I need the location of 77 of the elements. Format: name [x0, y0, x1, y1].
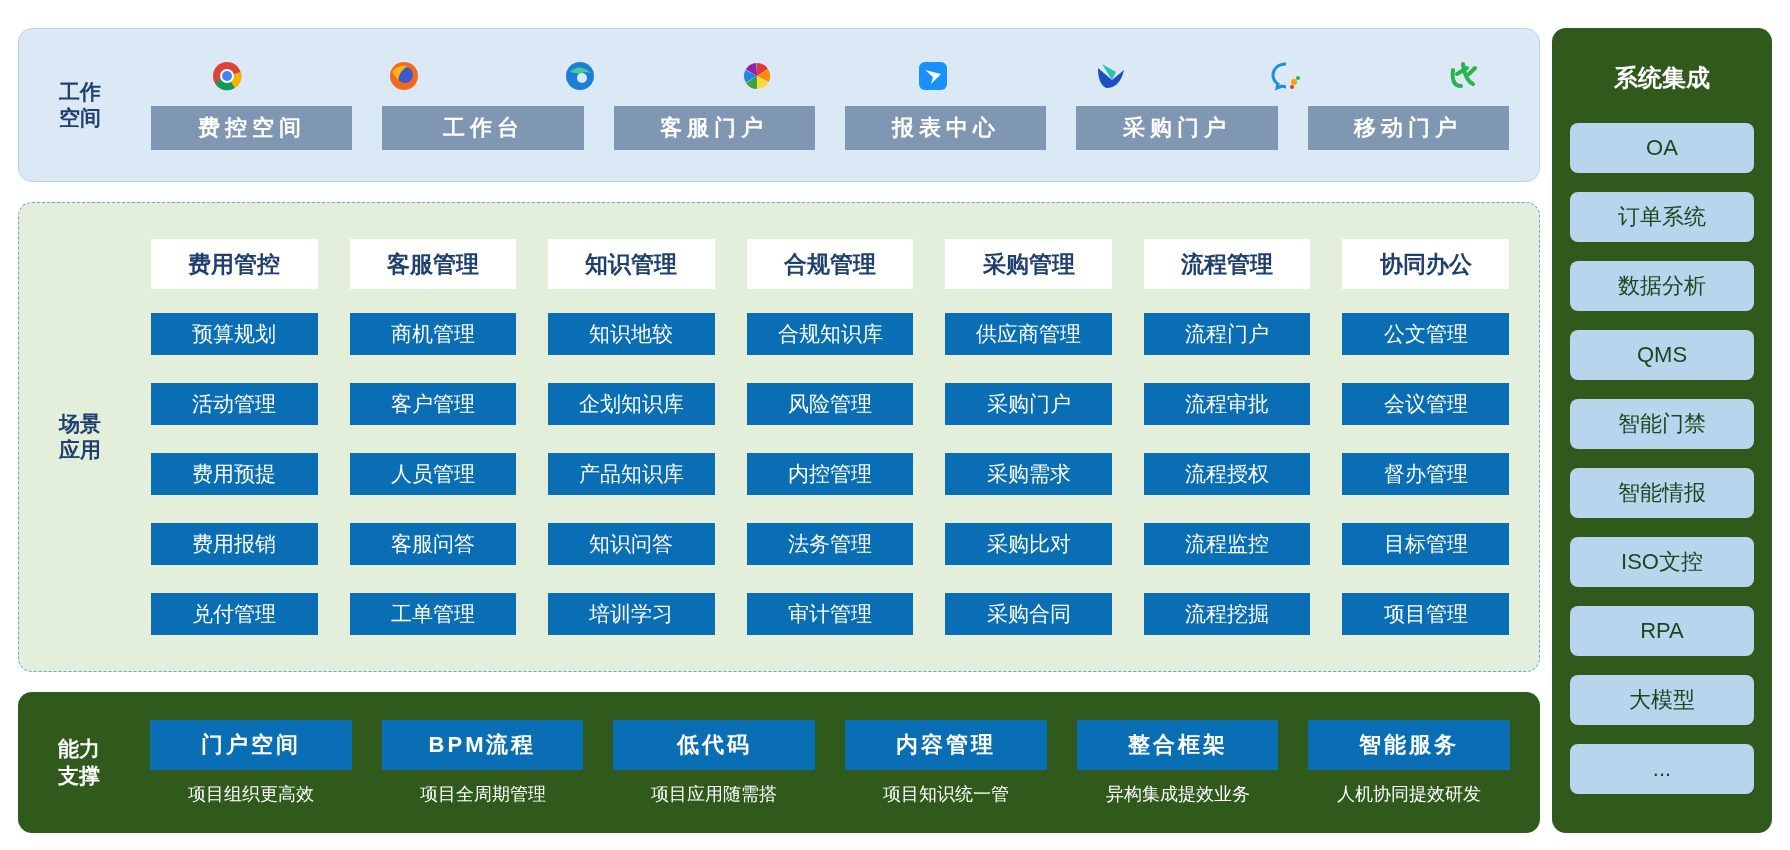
module-tile[interactable]: 知识地较 — [548, 313, 715, 355]
capability-tile[interactable]: BPM流程 — [381, 719, 584, 770]
workspace-button[interactable]: 客服门户 — [613, 106, 816, 150]
system-tile[interactable]: OA — [1570, 123, 1754, 173]
capability-tile[interactable]: 门户空间 — [150, 719, 352, 770]
capability-caption: 人机协同提效研发 — [1337, 782, 1482, 806]
module-tile[interactable]: 工单管理 — [349, 593, 517, 635]
system-tile[interactable]: 订单系统 — [1570, 192, 1754, 242]
module-tile[interactable]: 费用预提 — [151, 453, 318, 495]
category-header: 流程管理 — [1143, 239, 1311, 289]
module-tile[interactable]: 流程审批 — [1143, 383, 1311, 425]
system-tile[interactable]: QMS — [1570, 330, 1754, 380]
category-header: 采购管理 — [945, 239, 1112, 289]
workspace-button[interactable]: 报表中心 — [845, 106, 1047, 150]
module-tile[interactable]: 采购比对 — [945, 523, 1112, 565]
module-tile[interactable]: 商机管理 — [349, 313, 517, 355]
module-tile[interactable]: 供应商管理 — [945, 313, 1112, 355]
module-tile[interactable]: 人员管理 — [349, 453, 517, 495]
capability-tile[interactable]: 内容管理 — [845, 719, 1047, 770]
system-tile[interactable]: ISO文控 — [1570, 537, 1754, 587]
capability-caption: 项目组织更高效 — [187, 782, 314, 806]
module-tile[interactable]: 法务管理 — [746, 523, 914, 565]
module-tile[interactable]: 采购门户 — [945, 383, 1112, 425]
module-tile[interactable]: 客服问答 — [349, 523, 517, 565]
system-tile[interactable]: 数据分析 — [1570, 261, 1754, 311]
module-tile[interactable]: 流程授权 — [1143, 453, 1311, 495]
module-tile[interactable]: 培训学习 — [548, 593, 715, 635]
module-tile[interactable]: 目标管理 — [1342, 523, 1509, 565]
module-tile[interactable]: 流程挖掘 — [1143, 593, 1311, 635]
category-header: 知识管理 — [548, 239, 715, 289]
section-label: 场景应用 — [59, 410, 102, 463]
module-tile[interactable]: 知识问答 — [548, 523, 715, 565]
module-tile[interactable]: 流程门户 — [1143, 313, 1311, 355]
system-tile[interactable]: 大模型 — [1570, 675, 1754, 725]
workspace-button[interactable]: 采购门户 — [1076, 106, 1278, 150]
workspace-button[interactable]: 移动门户 — [1307, 106, 1509, 150]
module-tile[interactable]: 公文管理 — [1342, 313, 1509, 355]
module-tile[interactable]: 风险管理 — [746, 383, 914, 425]
ring-logo-icon — [211, 60, 244, 92]
section-label: 工作空间 — [59, 78, 102, 131]
capability-caption: 项目全周期管理 — [419, 782, 546, 806]
section-label: 能力支撑 — [58, 736, 101, 789]
module-tile[interactable]: 客户管理 — [349, 383, 517, 425]
module-tile[interactable]: 费用报销 — [151, 523, 318, 565]
capability-tile[interactable]: 低代码 — [613, 719, 816, 770]
module-tile[interactable]: 活动管理 — [151, 383, 318, 425]
module-tile[interactable]: 预算规划 — [151, 313, 318, 355]
system-tile[interactable]: 智能门禁 — [1570, 399, 1754, 449]
category-header: 费用管控 — [151, 239, 318, 289]
system-tile[interactable]: 智能情报 — [1570, 468, 1754, 518]
category-header: 合规管理 — [746, 239, 914, 289]
category-header: 协同办公 — [1342, 239, 1509, 289]
module-tile[interactable]: 采购需求 — [945, 453, 1112, 495]
capability-tile[interactable]: 智能服务 — [1308, 719, 1510, 770]
module-tile[interactable]: 流程监控 — [1143, 523, 1311, 565]
capability-caption: 项目知识统一管 — [882, 782, 1009, 806]
module-tile[interactable]: 督办管理 — [1342, 453, 1509, 495]
chat-bubble-icon — [1270, 60, 1303, 92]
module-tile[interactable]: 合规知识库 — [746, 313, 914, 355]
category-header: 客服管理 — [349, 239, 517, 289]
system-tile[interactable]: RPA — [1570, 606, 1754, 656]
module-tile[interactable]: 审计管理 — [746, 593, 914, 635]
system-tile[interactable]: ... — [1570, 744, 1754, 794]
module-tile[interactable]: 项目管理 — [1342, 593, 1509, 635]
module-tile[interactable]: 产品知识库 — [548, 453, 715, 495]
module-tile[interactable]: 采购合同 — [945, 593, 1112, 635]
workspace-button[interactable]: 费控空间 — [151, 106, 353, 150]
workspace-button[interactable]: 工作台 — [382, 106, 584, 150]
wave-logo-icon — [564, 60, 597, 92]
module-tile[interactable]: 内控管理 — [746, 453, 914, 495]
module-tile[interactable]: 兑付管理 — [151, 593, 318, 635]
integration-title: 系统集成 — [1614, 63, 1710, 93]
capability-caption: 项目应用随需搭 — [651, 782, 778, 806]
capability-tile[interactable]: 整合框架 — [1076, 719, 1279, 770]
capability-caption: 异构集成提效业务 — [1105, 782, 1250, 806]
module-tile[interactable]: 企划知识库 — [548, 383, 715, 425]
module-tile[interactable]: 会议管理 — [1342, 383, 1509, 425]
